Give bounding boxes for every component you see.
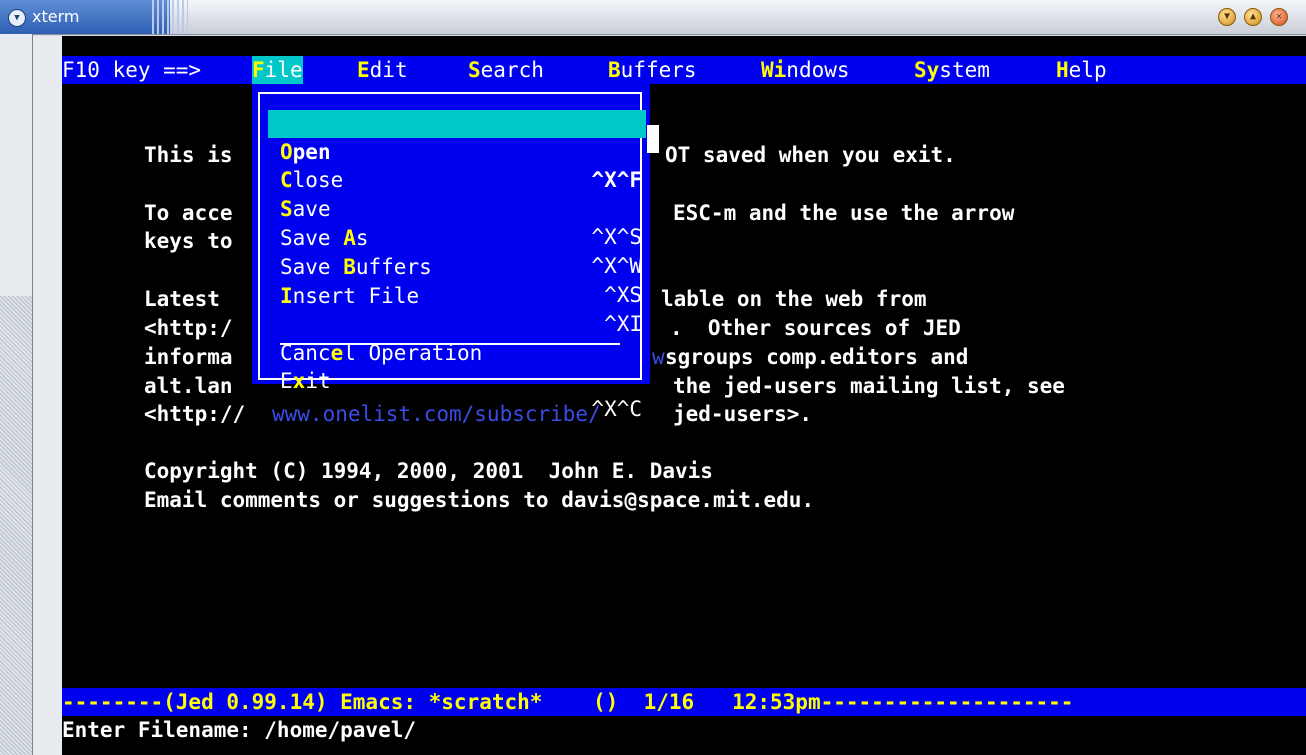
buffer-line: This is (144, 143, 233, 167)
menu-item-close[interactable]: Close (268, 138, 646, 192)
buffer-line: <http:/ (144, 316, 233, 340)
menu-windows[interactable]: Windows (761, 56, 850, 84)
buffer-line: lable on the web from (661, 287, 927, 311)
close-icon[interactable]: ✕ (1270, 8, 1288, 26)
buffer-line: Latest (144, 287, 220, 311)
jed-menubar: F10 key ==> File Edit Search Buffers Win… (62, 56, 1306, 84)
menu-file[interactable]: File (252, 56, 303, 84)
buffer-line: informa (144, 345, 233, 369)
file-menu-dropdown: Open ^X^F Close Save ^X^S Save As ^X^W S… (252, 84, 650, 421)
buffer-line: ESC-m and the use the arrow (673, 201, 1015, 225)
buffer-line: sgroups comp.editors and (665, 345, 969, 369)
window-menu-icon[interactable]: ▼ (8, 9, 26, 27)
minimize-icon[interactable]: ▼ (1218, 8, 1236, 26)
scrollbar-thumb[interactable] (0, 34, 33, 296)
status-line: --------(Jed 0.99.14) Emacs: *scratch* (… (62, 688, 1306, 716)
maximize-icon[interactable]: ▲ (1244, 8, 1262, 26)
menu-help[interactable]: Help (1056, 56, 1107, 84)
menu-buffers[interactable]: Buffers (608, 56, 697, 84)
buffer-line: jed-users>. (673, 402, 813, 426)
buffer-line: To acce (144, 201, 233, 225)
minibuffer-input[interactable]: Enter Filename: /home/pavel/ (62, 716, 1306, 744)
buffer-line: OT saved when you exit. (665, 143, 956, 167)
menu-edit[interactable]: Edit (357, 56, 408, 84)
menu-item-insert-file[interactable]: Insert File ^XI (268, 254, 646, 336)
menu-item-save-buffers[interactable]: Save Buffers ^XS (268, 225, 646, 307)
window-title: xterm (32, 7, 80, 26)
menubar-prefix: F10 key ==> (62, 58, 214, 82)
menu-item-save-as[interactable]: Save As ^X^W (268, 196, 646, 278)
buffer-line: Copyright (C) 1994, 2000, 2001 John E. D… (144, 459, 713, 483)
terminal-margin (33, 36, 62, 755)
buffer-line: Email comments or suggestions to davis@s… (144, 488, 815, 512)
menu-item-exit[interactable]: Exit ^X^C (268, 339, 646, 421)
menu-system[interactable]: System (914, 56, 990, 84)
buffer-line: <http:// (144, 402, 246, 426)
title-tab: ▼ xterm (0, 0, 188, 34)
menu-item-save[interactable]: Save ^X^S (268, 167, 646, 249)
menu-item-cancel-operation[interactable]: Cancel Operation (268, 311, 646, 365)
menu-item-open[interactable]: Open ^X^F (268, 110, 646, 192)
buffer-line: alt.lan (144, 374, 233, 398)
buffer-line: the jed-users mailing list, see (673, 374, 1065, 398)
title-bar[interactable]: ▼ xterm ▼ ▲ ✕ (0, 0, 1306, 35)
terminal[interactable]: F10 key ==> File Edit Search Buffers Win… (62, 36, 1306, 755)
menu-search[interactable]: Search (468, 56, 544, 84)
buffer-line: keys to (144, 229, 233, 253)
buffer-link[interactable]: w (652, 343, 665, 371)
text-cursor (647, 125, 659, 153)
buffer-line: . Other sources of JED (670, 316, 961, 340)
